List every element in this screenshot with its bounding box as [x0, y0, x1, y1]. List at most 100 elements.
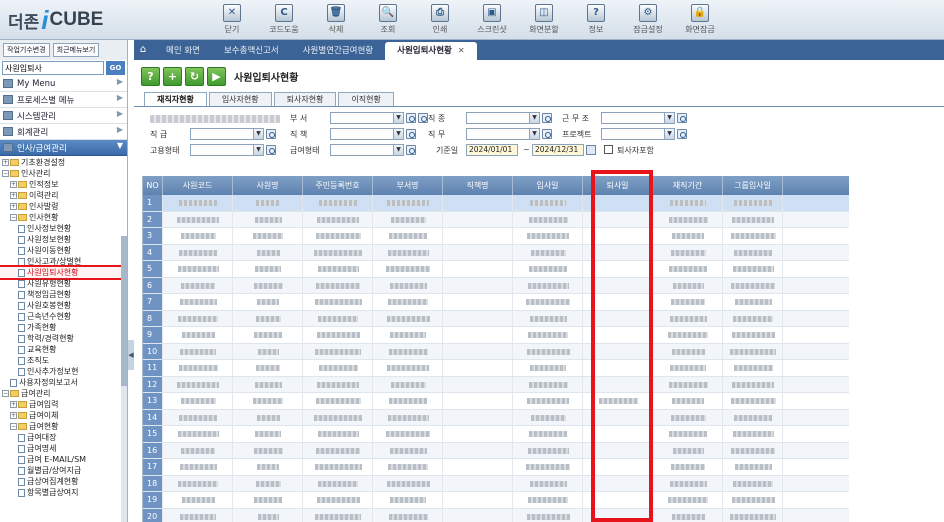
date-from-input[interactable]: 2024/01/01 — [466, 144, 518, 156]
menu-item[interactable]: 프로세스별 메뉴 ▶ — [0, 92, 127, 108]
table-cell[interactable] — [723, 277, 783, 293]
table-cell[interactable] — [233, 195, 303, 211]
table-cell[interactable] — [723, 492, 783, 508]
table-cell[interactable] — [303, 475, 373, 491]
delete-button[interactable]: 🗑 삭제 — [310, 2, 362, 38]
table-cell[interactable] — [723, 360, 783, 376]
project-select[interactable]: ▼ — [601, 128, 675, 140]
table-row[interactable]: 10 — [143, 343, 849, 360]
table-cell[interactable] — [653, 195, 723, 211]
table-cell[interactable] — [513, 376, 583, 392]
table-cell[interactable] — [653, 261, 723, 277]
split-screen-button[interactable]: ◫ 화면분할 — [518, 2, 570, 38]
table-row[interactable]: 20 — [143, 508, 849, 522]
tree-item[interactable]: 사원정보현황 — [0, 234, 127, 245]
table-cell[interactable] — [163, 376, 233, 392]
table-cell[interactable] — [233, 310, 303, 326]
tree-item[interactable]: + 급여입력 — [0, 399, 127, 410]
collapse-icon[interactable]: − — [2, 390, 9, 397]
date-to-input[interactable]: 2024/12/31 — [532, 144, 584, 156]
table-cell[interactable] — [233, 459, 303, 475]
tree-item[interactable]: 급여 E-MAIL/SM — [0, 454, 127, 465]
table-cell[interactable] — [513, 294, 583, 310]
tree-item[interactable]: 인사고과/상벌현 — [0, 256, 127, 267]
role-select[interactable]: ▼ — [466, 128, 540, 140]
column-header[interactable]: 사원명 — [233, 176, 303, 195]
table-cell[interactable] — [163, 459, 233, 475]
duty-search-icon[interactable] — [406, 129, 416, 139]
table-row[interactable]: 13 — [143, 393, 849, 410]
table-cell[interactable] — [303, 261, 373, 277]
table-cell[interactable] — [513, 492, 583, 508]
dept-select[interactable]: ▼ — [330, 112, 404, 124]
subtab[interactable]: 입사자현황 — [208, 92, 272, 106]
column-header[interactable]: 사원코드 — [163, 176, 233, 195]
table-cell[interactable] — [303, 327, 373, 343]
tree-item[interactable]: 급상여집계현황 — [0, 476, 127, 487]
tree-item[interactable]: 사원이동현황 — [0, 245, 127, 256]
table-row[interactable]: 2 — [143, 211, 849, 228]
pay-type-search-icon[interactable] — [406, 145, 416, 155]
table-cell[interactable] — [373, 195, 443, 211]
table-cell[interactable] — [513, 211, 583, 227]
tree-item[interactable]: 교육현황 — [0, 344, 127, 355]
column-header[interactable]: 주민등록번호 — [303, 176, 373, 195]
table-row[interactable]: 9 — [143, 327, 849, 344]
table-cell[interactable] — [233, 475, 303, 491]
table-cell[interactable] — [513, 508, 583, 522]
table-cell[interactable] — [723, 310, 783, 326]
table-cell[interactable] — [653, 376, 723, 392]
table-cell[interactable] — [723, 195, 783, 211]
column-header[interactable]: NO — [143, 176, 163, 195]
table-cell[interactable] — [513, 277, 583, 293]
project-search-icon[interactable] — [677, 129, 687, 139]
work-type-select[interactable]: ▼ — [601, 112, 675, 124]
table-cell[interactable] — [233, 343, 303, 359]
tree-item[interactable]: − 인사현황 — [0, 212, 127, 223]
table-cell[interactable] — [373, 376, 443, 392]
table-cell[interactable] — [373, 426, 443, 442]
table-cell[interactable] — [443, 492, 513, 508]
tree-item[interactable]: 학력/경력현황 — [0, 333, 127, 344]
table-cell[interactable] — [653, 475, 723, 491]
tree-item[interactable]: 인사정보현황 — [0, 223, 127, 234]
table-cell[interactable] — [303, 459, 373, 475]
table-cell[interactable] — [163, 228, 233, 244]
table-cell[interactable] — [163, 244, 233, 260]
column-header[interactable]: 부서명 — [373, 176, 443, 195]
table-cell[interactable] — [653, 360, 723, 376]
table-cell[interactable] — [373, 228, 443, 244]
table-cell[interactable] — [233, 508, 303, 522]
employ-type-select[interactable]: ▼ — [190, 144, 264, 156]
table-cell[interactable] — [233, 211, 303, 227]
table-row[interactable]: 12 — [143, 376, 849, 393]
table-cell[interactable] — [163, 409, 233, 425]
table-cell[interactable] — [163, 310, 233, 326]
table-cell[interactable] — [303, 228, 373, 244]
tree-item[interactable]: 근속년수현황 — [0, 311, 127, 322]
subtab[interactable]: 이직현황 — [338, 92, 394, 106]
menu-item[interactable]: 시스템관리 ▶ — [0, 108, 127, 124]
table-cell[interactable] — [653, 277, 723, 293]
table-cell[interactable] — [443, 211, 513, 227]
table-row[interactable]: 16 — [143, 442, 849, 459]
table-cell[interactable] — [443, 343, 513, 359]
table-cell[interactable] — [653, 442, 723, 458]
column-header[interactable]: 그룹입사일 — [723, 176, 783, 195]
close-icon[interactable]: ✕ — [458, 46, 465, 55]
screenshot-button[interactable]: ▣ 스크린샷 — [466, 2, 518, 38]
table-cell[interactable] — [303, 343, 373, 359]
table-cell[interactable] — [373, 459, 443, 475]
menu-search-go-button[interactable]: GO — [106, 61, 125, 75]
table-cell[interactable] — [373, 277, 443, 293]
expand-icon[interactable]: + — [10, 181, 17, 188]
table-cell[interactable] — [163, 492, 233, 508]
table-cell[interactable] — [163, 195, 233, 211]
table-cell[interactable] — [373, 211, 443, 227]
table-cell[interactable] — [653, 327, 723, 343]
table-cell[interactable] — [723, 327, 783, 343]
tree-item[interactable]: 월별급/상여지급 — [0, 465, 127, 476]
include-retired-checkbox[interactable] — [604, 145, 613, 154]
table-row[interactable]: 14 — [143, 409, 849, 426]
table-cell[interactable] — [233, 409, 303, 425]
